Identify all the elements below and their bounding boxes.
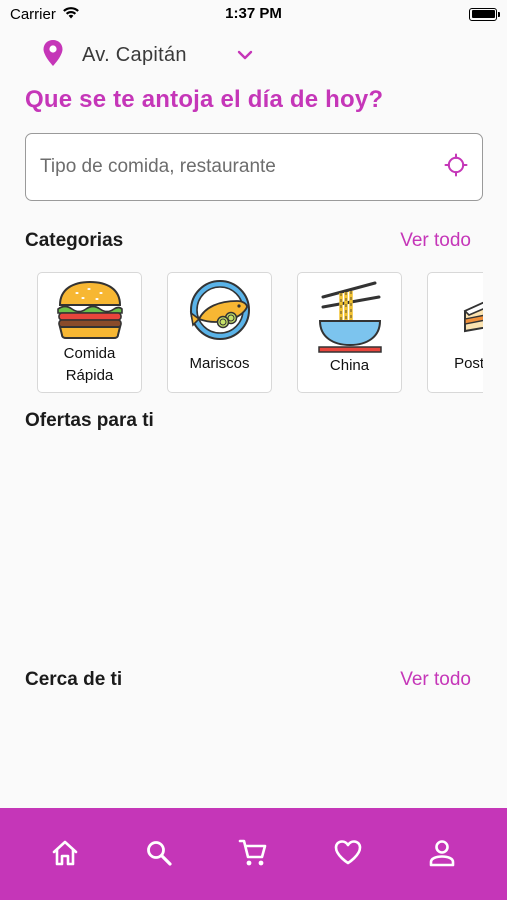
bottom-tab-bar: [0, 808, 507, 900]
location-label: Av. Capitán: [82, 43, 187, 66]
status-bar: Carrier 1:37 PM: [0, 0, 507, 28]
category-label: Comida Rápida: [63, 345, 116, 384]
tab-profile[interactable]: [422, 839, 462, 872]
category-card-postres[interactable]: Postres: [427, 272, 483, 393]
burger-icon: [55, 279, 125, 341]
tab-home[interactable]: [45, 840, 85, 870]
category-label: Mariscos: [189, 355, 250, 372]
nearby-title: Cerca de ti: [25, 669, 123, 690]
cart-icon: [238, 838, 268, 873]
category-card-comida-rapida[interactable]: Comida Rápida: [37, 272, 142, 393]
categories-title: Categorias: [25, 230, 124, 251]
categories-header: Categorias Ver todo: [25, 230, 471, 252]
heart-icon: [333, 839, 363, 871]
chevron-down-icon[interactable]: [237, 50, 253, 60]
crosshair-icon[interactable]: [444, 153, 468, 182]
search-input[interactable]: [40, 156, 444, 178]
battery-icon: [469, 7, 500, 21]
noodles-bowl-icon: [315, 279, 385, 355]
category-label: Postres: [454, 355, 483, 372]
home-icon: [51, 840, 79, 871]
categories-see-all-link[interactable]: Ver todo: [400, 230, 471, 252]
nearby-header: Cerca de ti Ver todo: [25, 669, 471, 691]
user-icon: [429, 839, 455, 872]
offers-title: Ofertas para ti: [25, 410, 154, 431]
wifi-icon: [62, 6, 80, 23]
status-left: Carrier: [10, 6, 80, 23]
tab-search[interactable]: [139, 840, 179, 870]
cake-icon: [445, 279, 483, 341]
category-label: China: [329, 357, 370, 374]
search-box[interactable]: [25, 133, 483, 201]
category-card-mariscos[interactable]: Mariscos: [167, 272, 272, 393]
page-title: Que se te antoja el día de hoy?: [25, 86, 384, 113]
nearby-see-all-link[interactable]: Ver todo: [400, 669, 471, 691]
tab-favorites[interactable]: [328, 840, 368, 870]
search-icon: [146, 840, 172, 871]
map-pin-icon: [42, 39, 64, 72]
tab-cart[interactable]: [233, 838, 273, 873]
fish-plate-icon: [185, 279, 255, 341]
carrier-label: Carrier: [10, 5, 56, 23]
category-card-china[interactable]: China: [297, 272, 402, 393]
categories-carousel[interactable]: Comida Rápida Mariscos China Post: [37, 272, 483, 394]
location-selector[interactable]: Av. Capitán: [42, 38, 253, 72]
offers-header: Ofertas para ti: [25, 410, 471, 432]
